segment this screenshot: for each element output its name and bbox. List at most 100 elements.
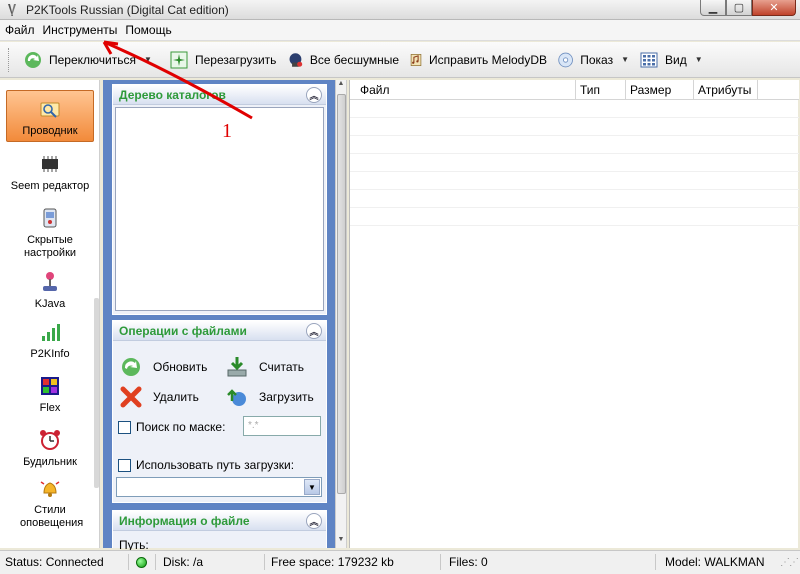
- sidebar-item-label: Скрытые настройки: [23, 234, 77, 259]
- status-free-space: Free space: 179232 kb: [271, 555, 394, 569]
- empty-row: [350, 172, 799, 190]
- bell-icon: [40, 481, 60, 497]
- resize-grip-icon[interactable]: ⋰⋰: [780, 557, 799, 568]
- all-silent-button[interactable]: Все бесшумные: [283, 46, 405, 74]
- sidebar-item-alarm[interactable]: Будильник: [6, 428, 94, 469]
- switch-label: Переключиться: [49, 52, 136, 67]
- sidebar-splitter[interactable]: [94, 298, 99, 488]
- delete-button[interactable]: Удалить: [119, 385, 199, 409]
- joystick-icon: [43, 272, 57, 291]
- empty-row: [350, 100, 799, 118]
- read-label: Считать: [259, 360, 305, 374]
- maximize-icon: ▢: [733, 2, 745, 14]
- status-files: Files: 0: [449, 555, 488, 569]
- sidebar-item-p2kinfo[interactable]: P2KInfo: [6, 320, 94, 361]
- show-button[interactable]: Показ ▼: [553, 46, 635, 74]
- column-header-type[interactable]: Тип: [576, 80, 626, 100]
- sidebar-item-flex[interactable]: Flex: [6, 374, 94, 415]
- menu-tools[interactable]: Инструменты: [39, 23, 122, 37]
- collapse-icon[interactable]: ︽: [306, 323, 322, 339]
- view-button[interactable]: Вид ▼: [635, 46, 715, 74]
- status-divider: [655, 554, 656, 570]
- sidebar-item-seem-editor[interactable]: Seem редактор: [6, 152, 94, 193]
- close-icon: ✕: [769, 2, 779, 14]
- app-icon: [8, 4, 16, 16]
- column-header-attributes[interactable]: Атрибуты: [694, 80, 758, 100]
- sidebar-item-alert-styles[interactable]: Стили оповещения: [6, 476, 94, 530]
- sidebar-item-label: P2KInfo: [30, 348, 70, 360]
- mask-input[interactable]: *.*: [243, 416, 321, 436]
- delete-icon: [120, 386, 142, 408]
- melody-icon: [410, 53, 422, 66]
- collapse-icon[interactable]: ︽: [306, 87, 322, 103]
- chevron-down-icon[interactable]: ▼: [621, 55, 629, 64]
- menu-help[interactable]: Помощь: [121, 23, 175, 37]
- chevron-down-icon[interactable]: ▼: [304, 479, 320, 495]
- checkbox-box[interactable]: [118, 420, 131, 434]
- fix-melodydb-button[interactable]: Исправить MelodyDB: [405, 46, 553, 74]
- file-info-header[interactable]: Информация о файле ︽: [113, 511, 326, 531]
- file-operations-group: Операции с файлами ︽ Обновить Считать Уд…: [112, 320, 327, 503]
- status-divider: [440, 554, 441, 570]
- silent-icon: [289, 52, 303, 67]
- file-list-header: Файл Тип Размер Атрибуты: [350, 80, 799, 100]
- chevron-down-icon[interactable]: ▼: [144, 55, 152, 64]
- scroll-down-icon[interactable]: ▼: [336, 536, 346, 548]
- read-button[interactable]: Считать: [225, 355, 304, 379]
- switch-icon: [25, 51, 41, 68]
- collapse-icon[interactable]: ︽: [306, 513, 322, 529]
- reboot-button[interactable]: Перезагрузить: [165, 46, 283, 74]
- task-panel: Дерево каталогов ︽ Операции с файлами ︽ …: [103, 80, 335, 552]
- fix-melodydb-label: Исправить MelodyDB: [429, 52, 547, 67]
- checkbox-box[interactable]: [118, 458, 131, 472]
- empty-row: [350, 154, 799, 172]
- directory-tree-header[interactable]: Дерево каталогов ︽: [113, 85, 326, 105]
- use-upload-path-checkbox[interactable]: Использовать путь загрузки:: [118, 458, 294, 472]
- toolbar: Переключиться ▼ Перезагрузить Все бесшум…: [0, 42, 800, 78]
- file-list[interactable]: Файл Тип Размер Атрибуты: [349, 80, 799, 548]
- column-header-size[interactable]: Размер: [626, 80, 694, 100]
- sidebar-item-hidden-settings[interactable]: Скрытые настройки: [6, 206, 94, 260]
- view-grid-icon: [640, 52, 658, 67]
- menu-file[interactable]: Файл: [0, 23, 39, 37]
- upload-button[interactable]: Загрузить: [225, 385, 314, 409]
- mask-search-label: Поиск по маске:: [136, 420, 226, 434]
- status-divider: [264, 554, 265, 570]
- use-upload-path-label: Использовать путь загрузки:: [136, 458, 295, 472]
- reboot-label: Перезагрузить: [195, 52, 277, 67]
- upload-label: Загрузить: [259, 390, 314, 404]
- minimize-button[interactable]: ▁: [700, 0, 726, 16]
- task-panel-scrollbar[interactable]: ▲ ▼: [335, 80, 347, 548]
- sidebar-item-explorer[interactable]: Проводник: [6, 90, 94, 142]
- title-bar: P2KTools Russian (Digital Cat edition) ▁…: [0, 0, 800, 20]
- status-model: Model: WALKMAN: [665, 555, 765, 569]
- cd-icon: [558, 52, 573, 67]
- status-divider: [128, 554, 129, 570]
- mask-search-checkbox[interactable]: Поиск по маске:: [118, 420, 225, 434]
- annotation-number: 1: [222, 120, 232, 142]
- column-header-file[interactable]: Файл: [356, 80, 576, 100]
- sidebar-item-label: KJava: [34, 298, 66, 310]
- scroll-up-icon[interactable]: ▲: [336, 80, 346, 92]
- close-button[interactable]: ✕: [752, 0, 796, 16]
- empty-row: [350, 208, 799, 226]
- all-silent-label: Все бесшумные: [309, 52, 399, 67]
- file-info-title: Информация о файле: [119, 513, 250, 528]
- refresh-button[interactable]: Обновить: [119, 355, 207, 379]
- upload-path-combo[interactable]: ▼: [116, 477, 322, 497]
- refresh-label: Обновить: [153, 360, 208, 374]
- window-title: P2KTools Russian (Digital Cat edition): [26, 3, 229, 17]
- sidebar-item-label: Seem редактор: [10, 180, 90, 192]
- toolbar-grip[interactable]: [8, 47, 11, 72]
- sidebar-item-label: Стили оповещения: [20, 504, 84, 529]
- maximize-button[interactable]: ▢: [726, 0, 752, 16]
- directory-tree[interactable]: [115, 107, 324, 311]
- status-connection: Status: Connected: [5, 555, 104, 569]
- scrollbar-thumb[interactable]: [337, 94, 346, 494]
- chevron-down-icon[interactable]: ▼: [695, 55, 703, 64]
- switch-button[interactable]: Переключиться ▼: [19, 46, 165, 74]
- file-operations-header[interactable]: Операции с файлами ︽: [113, 321, 326, 341]
- delete-label: Удалить: [153, 390, 199, 404]
- sidebar-item-kjava[interactable]: KJava: [6, 270, 94, 311]
- file-operations-title: Операции с файлами: [119, 323, 247, 338]
